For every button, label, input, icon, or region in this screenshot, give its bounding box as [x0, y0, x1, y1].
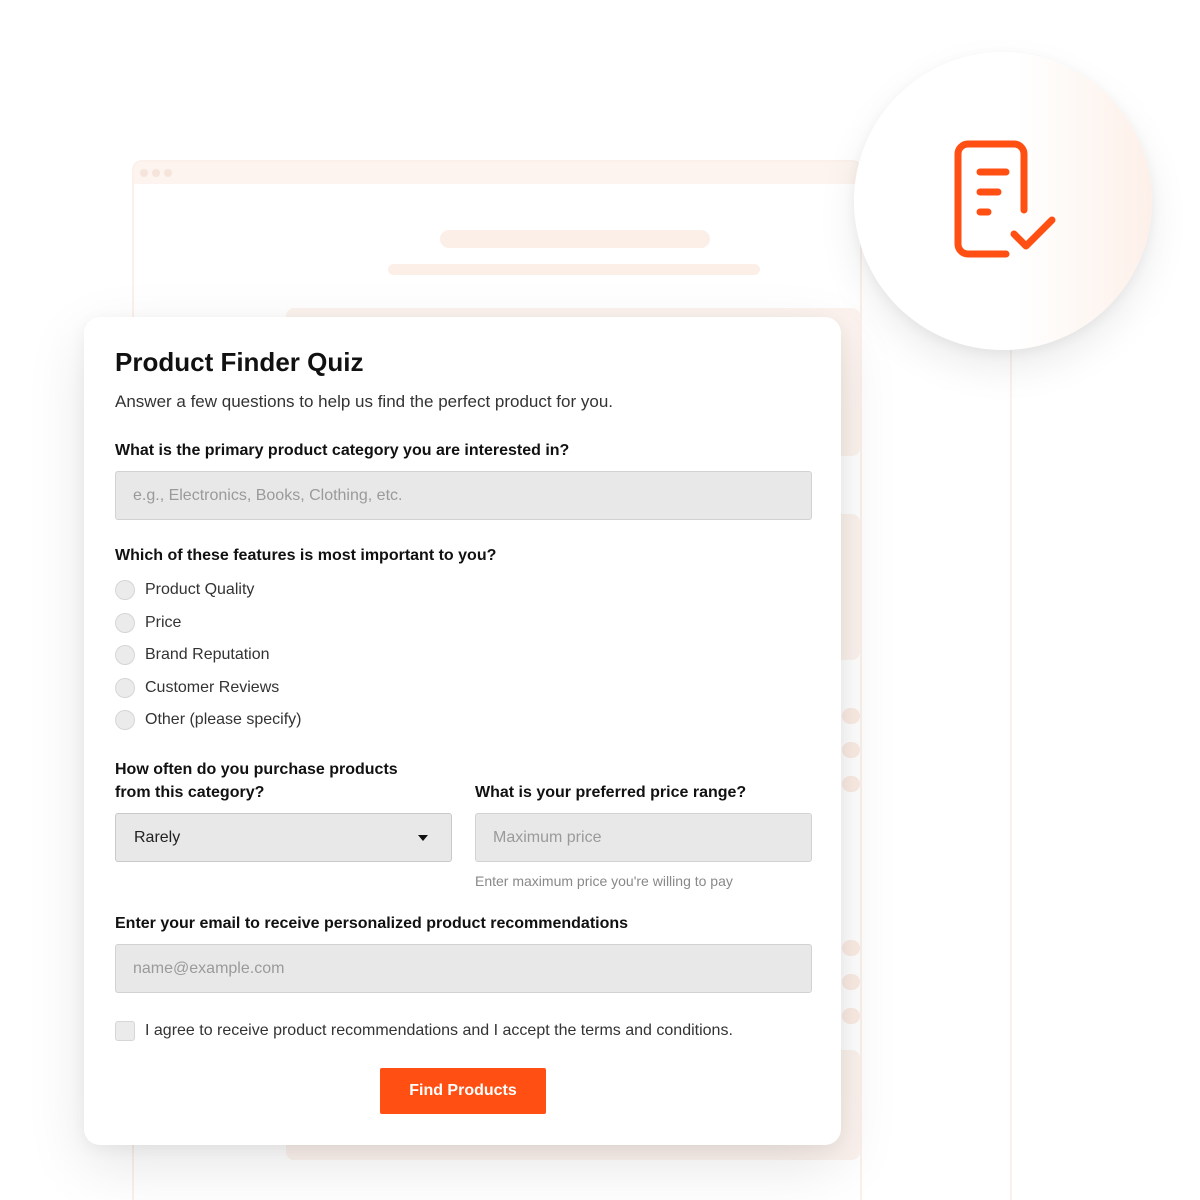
radio-button[interactable] [115, 645, 135, 665]
background-heading-placeholder [440, 230, 710, 248]
frequency-selected-value: Rarely [134, 828, 181, 846]
background-pill [842, 940, 860, 956]
window-dot [140, 169, 148, 177]
background-pill [842, 974, 860, 990]
background-pill [842, 708, 860, 724]
feature-badge [854, 52, 1152, 350]
background-pill [842, 1008, 860, 1024]
price-label: What is your preferred price range? [475, 784, 747, 801]
feature-option-customer-reviews[interactable]: Customer Reviews [115, 677, 279, 699]
find-products-button[interactable]: Find Products [380, 1068, 546, 1114]
frequency-label-line2: from this category? [115, 784, 265, 801]
frequency-label-line1: How often do you purchase products [115, 761, 398, 778]
consent-label: I agree to receive product recommendatio… [145, 1022, 733, 1039]
background-pill [842, 742, 860, 758]
radio-label: Price [145, 614, 182, 631]
radio-button[interactable] [115, 710, 135, 730]
feature-option-brand-reputation[interactable]: Brand Reputation [115, 644, 270, 666]
category-input[interactable] [115, 471, 812, 520]
feature-option-product-quality[interactable]: Product Quality [115, 579, 254, 601]
form-subtitle: Answer a few questions to help us find t… [115, 392, 614, 411]
radio-label: Product Quality [145, 581, 255, 598]
background-window-titlebar [134, 162, 860, 184]
frequency-select[interactable]: Rarely [115, 813, 452, 862]
background-pill [842, 776, 860, 792]
radio-button[interactable] [115, 613, 135, 633]
window-dot [164, 169, 172, 177]
background-subheading-placeholder [388, 264, 760, 275]
form-title: Product Finder Quiz [115, 347, 364, 377]
feature-option-price[interactable]: Price [115, 612, 181, 634]
caret-down-icon [418, 835, 428, 841]
radio-button[interactable] [115, 678, 135, 698]
quiz-form-card: Product Finder Quiz Answer a few questio… [84, 317, 841, 1145]
features-label: Which of these features is most importan… [115, 547, 497, 564]
max-price-input[interactable] [475, 813, 812, 862]
email-label: Enter your email to receive personalized… [115, 915, 629, 932]
price-hint: Enter maximum price you're willing to pa… [475, 873, 733, 889]
consent-row[interactable]: I agree to receive product recommendatio… [115, 1020, 733, 1042]
background-divider [1010, 330, 1012, 1200]
radio-label: Brand Reputation [145, 646, 270, 663]
frequency-label: How often do you purchase products from … [115, 758, 398, 804]
radio-label: Other (please specify) [145, 711, 302, 728]
window-dot [152, 169, 160, 177]
consent-checkbox[interactable] [115, 1021, 135, 1041]
document-check-icon [954, 140, 1056, 258]
category-label: What is the primary product category you… [115, 442, 570, 459]
radio-button[interactable] [115, 580, 135, 600]
radio-label: Customer Reviews [145, 679, 280, 696]
feature-option-other[interactable]: Other (please specify) [115, 709, 302, 731]
email-input[interactable] [115, 944, 812, 993]
